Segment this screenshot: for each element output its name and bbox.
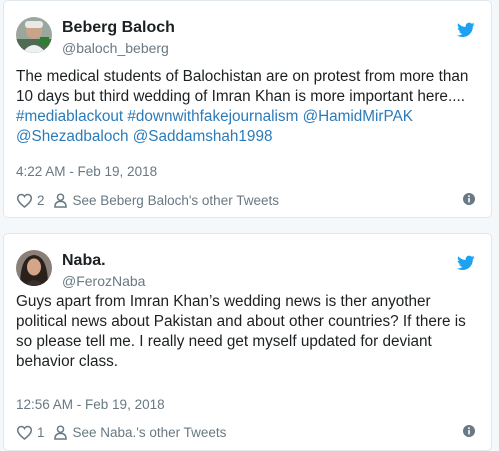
info-icon[interactable] — [463, 425, 475, 437]
tweet-actions: 1 See Naba.'s other Tweets — [16, 423, 475, 441]
like-count[interactable]: 2 — [37, 193, 45, 208]
avatar[interactable] — [16, 250, 52, 286]
author-name[interactable]: Beberg Baloch — [62, 19, 175, 37]
like-count[interactable]: 1 — [37, 425, 45, 440]
tweet-body: The medical students of Balochistan are … — [16, 68, 469, 105]
avatar[interactable] — [16, 17, 52, 53]
person-icon — [53, 424, 67, 440]
tweet-actions: 2 See Beberg Baloch's other Tweets — [16, 191, 475, 209]
tweet-timestamp[interactable]: 12:56 AM - Feb 19, 2018 — [16, 397, 165, 412]
other-tweets-link[interactable]: See Naba.'s other Tweets — [73, 425, 227, 440]
heart-icon[interactable] — [16, 193, 33, 208]
tweet-card[interactable]: Naba. @FerozNaba Guys apart from Imran K… — [3, 233, 492, 451]
tweet-card[interactable]: Beberg Baloch @baloch_beberg The medical… — [3, 0, 492, 218]
author-handle[interactable]: @FerozNaba — [62, 273, 145, 289]
person-icon — [53, 192, 67, 208]
hashtag-link[interactable]: #downwithfakejournalism — [127, 108, 298, 125]
mention-link[interactable]: @Shezadbaloch — [16, 128, 129, 145]
mention-link[interactable]: @HamidMirPAK — [303, 108, 413, 125]
tweet-text: The medical students of Balochistan are … — [16, 67, 477, 147]
mention-link[interactable]: @Saddamshah1998 — [133, 128, 273, 145]
heart-icon[interactable] — [16, 425, 33, 440]
twitter-bird-icon[interactable] — [457, 255, 475, 271]
twitter-bird-icon[interactable] — [457, 22, 475, 38]
other-tweets-link[interactable]: See Beberg Baloch's other Tweets — [73, 193, 279, 208]
tweet-feed: Beberg Baloch @baloch_beberg The medical… — [0, 0, 499, 451]
tweet-text: Guys apart from Imran Khan’s wedding new… — [16, 293, 466, 370]
author-handle[interactable]: @baloch_beberg — [62, 40, 169, 56]
info-icon[interactable] — [463, 193, 475, 205]
tweet-timestamp[interactable]: 4:22 AM - Feb 19, 2018 — [16, 164, 157, 179]
author-name[interactable]: Naba. — [62, 252, 106, 270]
hashtag-link[interactable]: #mediablackout — [16, 108, 123, 125]
